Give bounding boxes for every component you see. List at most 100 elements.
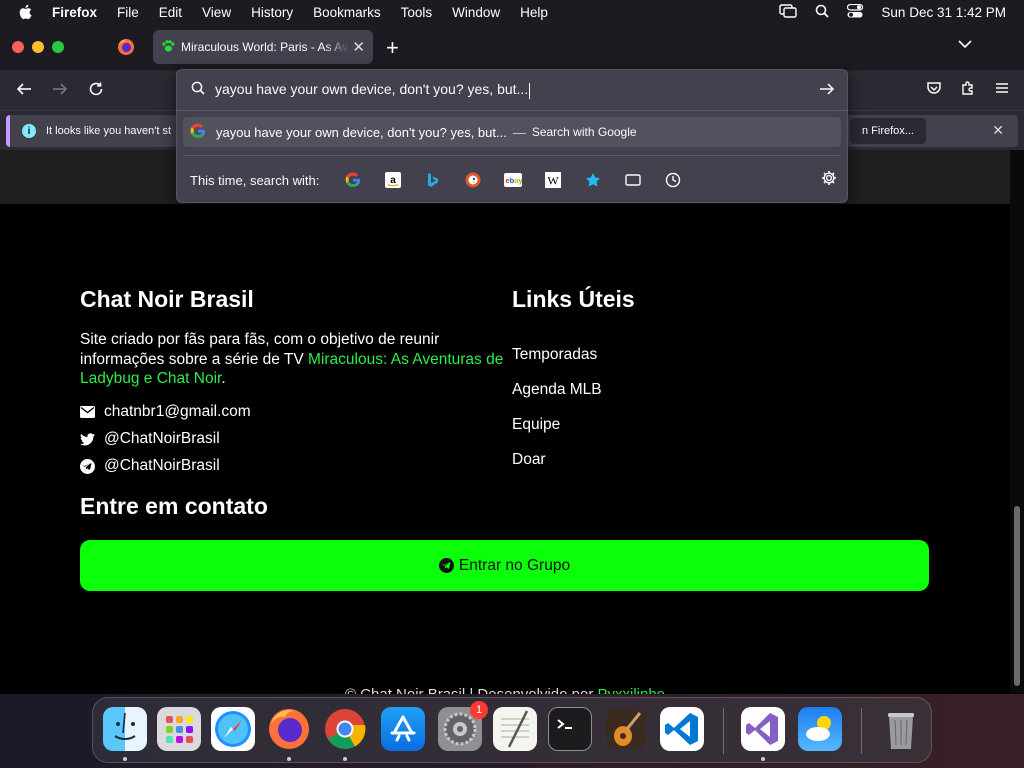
url-bar[interactable]: yayou have your own device, don't you? y… [177, 70, 847, 110]
menu-window[interactable]: Window [452, 5, 500, 20]
google-icon [190, 122, 206, 142]
close-window-button[interactable] [12, 41, 24, 53]
description-suffix: . [221, 370, 226, 387]
menu-bar: Firefox File Edit View History Bookmarks… [0, 0, 1024, 24]
telegram-handle: @ChatNoirBrasil [104, 457, 220, 474]
new-tab-button[interactable]: + [386, 35, 399, 61]
suggestion-text: yayou have your own device, don't you? y… [216, 124, 507, 140]
link-doar[interactable]: Doar [512, 451, 546, 469]
envelope-icon [80, 406, 95, 418]
garageband-icon[interactable] [604, 707, 648, 751]
finder-running-dot [123, 757, 127, 761]
screen-mirroring-icon[interactable] [779, 3, 798, 21]
trash-icon[interactable] [879, 707, 923, 751]
telegram-contact[interactable]: @ChatNoirBrasil [80, 457, 220, 475]
fullscreen-window-button[interactable] [52, 41, 64, 53]
twitter-contact[interactable]: @ChatNoirBrasil [80, 430, 220, 448]
control-center-icon[interactable] [847, 3, 864, 21]
menu-bookmarks[interactable]: Bookmarks [313, 5, 381, 20]
minimize-window-button[interactable] [32, 41, 44, 53]
email-contact[interactable]: chatnbr1@gmail.com [80, 403, 251, 421]
duckduckgo-icon[interactable] [453, 167, 493, 193]
weather-icon[interactable] [798, 707, 842, 751]
firefox-running-dot [287, 757, 291, 761]
site-description: Site criado por fãs para fãs, com o obje… [80, 330, 510, 389]
url-dropdown-panel: yayou have your own device, don't you? y… [176, 69, 848, 203]
launchpad-icon[interactable] [157, 707, 201, 751]
extensions-icon[interactable] [960, 80, 976, 101]
dock-divider [723, 708, 724, 754]
menu-file[interactable]: File [117, 5, 139, 20]
textedit-icon[interactable] [493, 707, 537, 751]
paw-favicon-icon [161, 39, 175, 56]
tab-title: Miraculous World: Paris - As Aventuras [181, 40, 349, 54]
join-group-label: Entrar no Grupo [458, 556, 571, 574]
menu-history[interactable]: History [251, 5, 293, 20]
back-arrow-icon[interactable] [16, 81, 32, 102]
amazon-icon[interactable]: a [373, 167, 413, 193]
forward-arrow-icon[interactable] [52, 81, 68, 102]
chevron-down-icon[interactable] [958, 36, 972, 54]
panel-divider-2 [183, 155, 841, 156]
page-scrollbar[interactable] [1010, 150, 1024, 694]
search-suggestion[interactable]: yayou have your own device, don't you? y… [183, 117, 841, 147]
go-arrow-icon[interactable] [819, 82, 835, 101]
tab-miraculous-world[interactable]: Miraculous World: Paris - As Aventuras ✕ [153, 30, 373, 64]
apple-icon[interactable] [18, 4, 38, 20]
finder-icon[interactable] [103, 707, 147, 751]
link-temporadas[interactable]: Temporadas [512, 346, 597, 364]
chrome-icon[interactable] [323, 707, 367, 751]
email-text: chatnbr1@gmail.com [104, 403, 251, 420]
link-equipe[interactable]: Equipe [512, 416, 560, 434]
window-controls [12, 41, 64, 53]
scrollbar-thumb[interactable] [1014, 506, 1020, 686]
close-tab-icon[interactable]: ✕ [352, 38, 365, 56]
hamburger-menu-icon[interactable] [994, 80, 1010, 101]
notification-text: It looks like you haven't st [46, 125, 171, 137]
notification-close-icon[interactable]: ✕ [992, 122, 1004, 139]
google-icon[interactable] [333, 167, 373, 193]
visual-studio-running-dot [761, 757, 765, 761]
menu-clock[interactable]: Sun Dec 31 1:42 PM [881, 5, 1006, 20]
ebay-icon[interactable]: ebay [493, 167, 533, 193]
vscode-icon[interactable] [660, 707, 704, 751]
app-store-icon[interactable] [381, 707, 425, 751]
menu-app-name[interactable]: Firefox [52, 5, 97, 20]
visual-studio-icon[interactable] [741, 707, 785, 751]
firefox-icon[interactable] [267, 707, 311, 751]
firefox-view-tab-icon[interactable] [117, 38, 135, 61]
join-group-button[interactable]: Entrar no Grupo [80, 540, 929, 591]
wikipedia-icon[interactable]: W [533, 167, 573, 193]
system-settings-icon[interactable]: 1 [438, 701, 488, 751]
bookmarks-icon[interactable] [573, 167, 613, 193]
engines-label: This time, search with: [190, 172, 320, 188]
telegram-icon [80, 458, 95, 474]
tab-strip: Miraculous World: Paris - As Aventuras ✕… [0, 24, 1024, 70]
suggestion-action: Search with Google [531, 125, 637, 139]
twitter-icon [80, 432, 95, 445]
history-icon[interactable] [653, 167, 693, 193]
search-settings-gear-icon[interactable] [821, 170, 837, 191]
menu-tools[interactable]: Tools [401, 5, 433, 20]
reload-icon[interactable] [88, 81, 104, 102]
svg-text:a: a [391, 175, 397, 186]
menu-view[interactable]: View [202, 5, 231, 20]
menu-help[interactable]: Help [520, 5, 548, 20]
suggestion-separator: — [512, 124, 526, 140]
spotlight-search-icon[interactable] [815, 4, 830, 21]
contact-title: Entre em contato [80, 493, 268, 519]
terminal-icon[interactable] [548, 707, 592, 751]
dock-divider-2 [861, 708, 862, 754]
pocket-icon[interactable] [926, 80, 942, 101]
notification-action-button[interactable]: n Firefox... [850, 118, 926, 144]
url-input[interactable]: yayou have your own device, don't you? y… [215, 81, 531, 99]
safari-icon[interactable] [211, 707, 255, 751]
brand-title: Chat Noir Brasil [80, 286, 254, 312]
dock: 1 [92, 697, 932, 763]
menu-edit[interactable]: Edit [159, 5, 182, 20]
bing-icon[interactable] [413, 167, 453, 193]
twitter-handle: @ChatNoirBrasil [104, 430, 220, 447]
telegram-icon [438, 558, 454, 573]
tabs-icon[interactable] [613, 167, 653, 193]
link-agenda-mlb[interactable]: Agenda MLB [512, 381, 602, 399]
